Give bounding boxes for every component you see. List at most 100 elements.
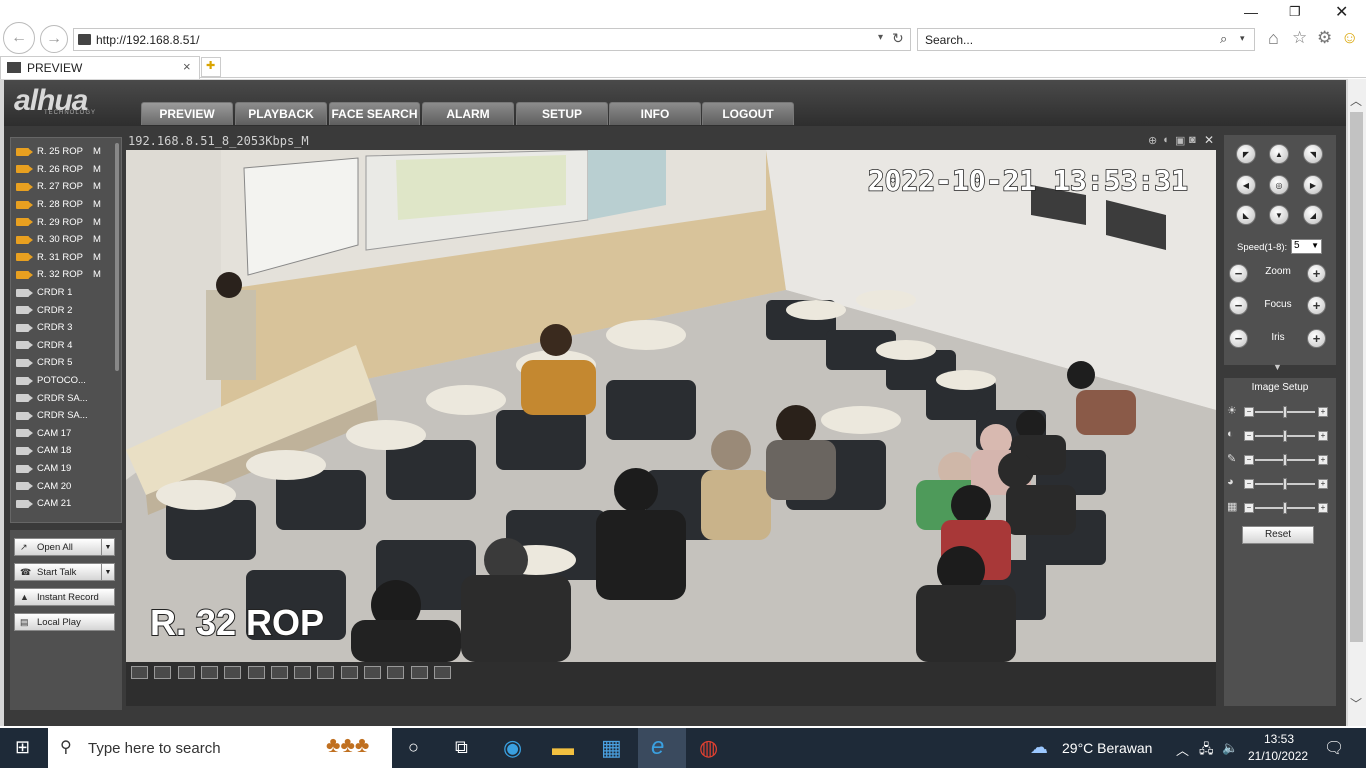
camera-item[interactable]: R. 26 ROP M <box>16 161 101 179</box>
camera-item[interactable]: R. 25 ROP M <box>16 143 101 161</box>
collapse-arrow-icon[interactable]: ▼ <box>1273 362 1282 372</box>
search-box[interactable]: Search... ⌕ ▾ <box>917 28 1255 51</box>
tab-close-icon[interactable]: × <box>183 59 191 74</box>
focus-plus-button[interactable]: + <box>1307 296 1326 315</box>
iris-plus-button[interactable]: + <box>1307 329 1326 348</box>
camera-item[interactable]: CRDR 3 <box>16 319 72 337</box>
ptz-down-button[interactable]: ▼ <box>1269 205 1289 225</box>
camera-item[interactable]: CAM 19 <box>16 460 71 478</box>
favorites-star-icon[interactable]: ☆ <box>1292 28 1307 48</box>
layout-20-icon[interactable] <box>387 666 405 679</box>
camera-item[interactable]: R. 32 ROP M <box>16 266 101 284</box>
ptz-up-left-button[interactable]: ◤ <box>1236 144 1256 164</box>
start-talk-button[interactable]: ☎ Start Talk <box>14 563 102 581</box>
camera-item[interactable]: CRDR 4 <box>16 337 72 355</box>
nav-preview[interactable]: PREVIEW <box>141 102 233 125</box>
contrast-minus[interactable]: − <box>1244 431 1254 441</box>
nav-face-search[interactable]: FACE SEARCH <box>329 102 420 125</box>
layout-13-icon[interactable] <box>340 666 358 679</box>
contrast-slider[interactable]: ◐ − + <box>1227 428 1328 442</box>
layout-1-icon[interactable] <box>224 666 242 679</box>
minimize-icon[interactable]: — <box>1244 4 1258 20</box>
camera-item[interactable]: R. 29 ROP M <box>16 213 101 231</box>
camera-item[interactable]: CAM 21 <box>16 495 71 513</box>
snapshot-icon[interactable]: ▣ <box>1175 134 1185 147</box>
nav-info[interactable]: INFO <box>609 102 701 125</box>
nav-setup[interactable]: SETUP <box>516 102 608 125</box>
camera-item[interactable]: POTOCO... <box>16 372 86 390</box>
ptz-up-right-button[interactable]: ◥ <box>1303 144 1323 164</box>
restore-icon[interactable]: ❐ <box>1289 4 1301 20</box>
video-feed[interactable]: 2022-10-21 13:53:31 R. 32 ROP <box>126 150 1216 662</box>
open-all-button[interactable]: ↗ Open All <box>14 538 102 556</box>
store-icon[interactable]: ▦ <box>601 735 622 761</box>
camera-item[interactable]: R. 30 ROP M <box>16 231 101 249</box>
nav-logout[interactable]: LOGOUT <box>702 102 794 125</box>
chevron-down-icon[interactable]: ▾ <box>1240 33 1245 44</box>
iris-minus-button[interactable]: − <box>1229 329 1248 348</box>
ie-taskbar-button[interactable]: e <box>638 728 686 768</box>
zoom-in-button[interactable]: + <box>1307 264 1326 283</box>
reset-button[interactable]: Reset <box>1242 526 1314 544</box>
brightness-minus[interactable]: − <box>1244 407 1254 417</box>
close-video-icon[interactable]: ✕ <box>1204 133 1214 147</box>
ptz-down-left-button[interactable]: ◣ <box>1236 205 1256 225</box>
ptz-down-right-button[interactable]: ◢ <box>1303 205 1323 225</box>
weather-text[interactable]: 29°C Berawan <box>1062 740 1152 756</box>
smiley-feedback-icon[interactable]: ☺ <box>1341 28 1358 48</box>
file-explorer-icon[interactable]: ▬ <box>552 735 574 761</box>
speed-select[interactable]: 5 ▼ <box>1291 239 1322 254</box>
task-view-icon[interactable]: ⧉ <box>455 737 468 758</box>
camera-item[interactable]: CRDR 1 <box>16 284 72 302</box>
ratio-icon[interactable] <box>200 666 218 679</box>
taskbar-date[interactable]: 21/10/2022 <box>1248 749 1308 763</box>
layout-4-icon[interactable] <box>247 666 265 679</box>
scroll-down-icon[interactable]: ﹀ <box>1350 695 1362 712</box>
hue-minus[interactable]: − <box>1244 479 1254 489</box>
camera-item[interactable]: CRDR 5 <box>16 354 72 372</box>
ptz-center-button[interactable]: ◎ <box>1269 175 1289 195</box>
camera-item[interactable]: R. 28 ROP M <box>16 196 101 214</box>
camera-item[interactable]: R. 27 ROP M <box>16 178 101 196</box>
gear-icon[interactable]: ⚙ <box>1317 28 1332 48</box>
tab-preview[interactable]: PREVIEW × <box>0 56 200 79</box>
hue-plus[interactable]: + <box>1318 479 1328 489</box>
close-window-icon[interactable]: ✕ <box>1335 2 1348 22</box>
windows-start-icon[interactable]: ⊞ <box>15 737 30 758</box>
home-icon[interactable]: ⌂ <box>1268 28 1279 49</box>
dropdown-arrow-icon[interactable]: ▾ <box>878 32 883 43</box>
fullscreen-icon[interactable] <box>177 666 195 679</box>
camera-item[interactable]: CRDR SA... <box>16 407 88 425</box>
volume-icon[interactable]: 🔈 <box>1222 740 1238 756</box>
nav-alarm[interactable]: ALARM <box>422 102 514 125</box>
camera-item[interactable]: CAM 20 <box>16 477 71 495</box>
ptz-left-button[interactable]: ◀ <box>1236 175 1256 195</box>
layout-6-icon[interactable] <box>270 666 288 679</box>
hue-slider[interactable]: ◕ − + <box>1227 476 1328 490</box>
address-bar[interactable]: http://192.168.8.51/ ▾ ↻ <box>73 28 911 51</box>
record-icon[interactable]: ◙ <box>1189 134 1196 146</box>
layout-a-icon[interactable] <box>131 666 148 679</box>
gamma-plus[interactable]: + <box>1318 503 1328 513</box>
local-play-button[interactable]: ▤ Local Play <box>14 613 115 631</box>
forward-button[interactable]: → <box>40 25 68 53</box>
layout-36-icon[interactable] <box>433 666 451 679</box>
ptz-right-button[interactable]: ▶ <box>1303 175 1323 195</box>
layout-9-icon[interactable] <box>317 666 335 679</box>
zoom-out-button[interactable]: − <box>1229 264 1248 283</box>
focus-minus-button[interactable]: − <box>1229 296 1248 315</box>
camera-item[interactable]: R. 31 ROP M <box>16 249 101 267</box>
layout-16-icon[interactable] <box>364 666 381 679</box>
chrome-icon[interactable]: ◍ <box>699 735 718 761</box>
camera-item[interactable]: CAM 18 <box>16 442 71 460</box>
nav-playback[interactable]: PLAYBACK <box>235 102 327 125</box>
layout-8-icon[interactable] <box>294 666 312 679</box>
brightness-slider[interactable]: ☀ − + <box>1227 405 1328 418</box>
gamma-slider[interactable]: ▦ − + <box>1227 501 1328 514</box>
cortana-icon[interactable]: ○ <box>408 737 419 758</box>
saturation-minus[interactable]: − <box>1244 455 1254 465</box>
notifications-icon[interactable]: 🗨 <box>1324 738 1344 758</box>
zoom-icon[interactable]: ⊕ <box>1148 134 1157 147</box>
saturation-plus[interactable]: + <box>1318 455 1328 465</box>
scroll-up-icon[interactable]: ︿ <box>1350 92 1362 109</box>
